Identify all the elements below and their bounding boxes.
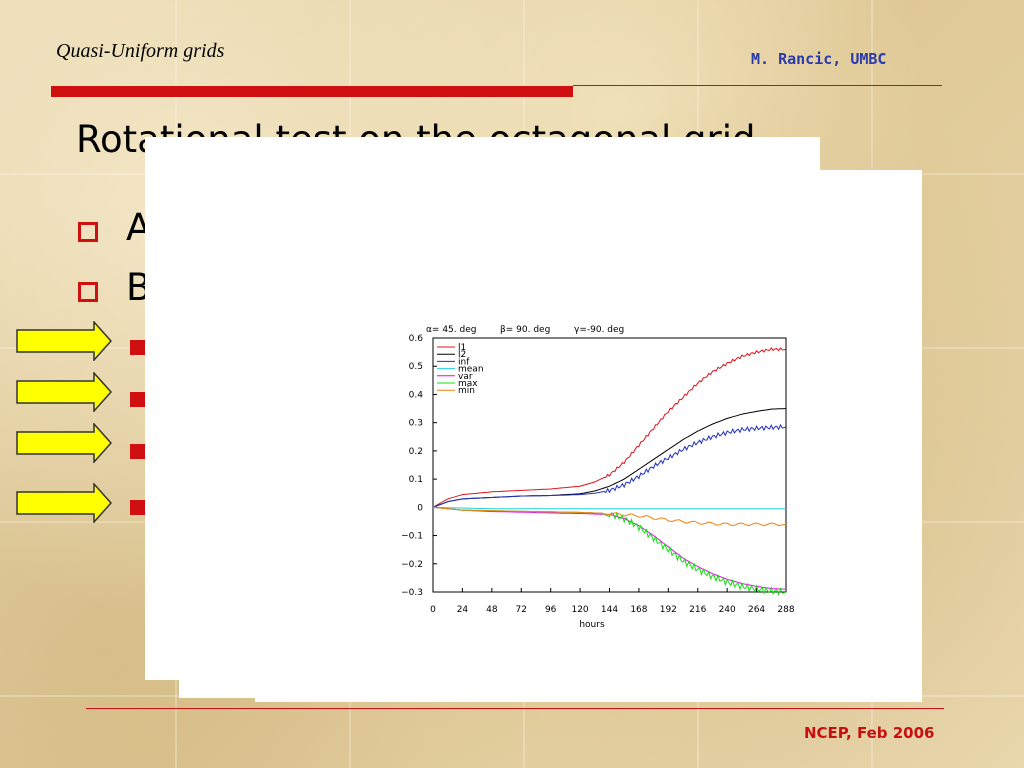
bullet-box-icon: [78, 222, 98, 242]
header-red-bar: [51, 86, 573, 97]
x-tick-label: 120: [571, 605, 588, 615]
x-tick-label: 24: [457, 605, 469, 615]
y-tick-label: 0.2: [409, 447, 423, 457]
x-tick-label: 264: [748, 605, 765, 615]
figure-panel-bottom: [255, 680, 922, 702]
chart-param-beta: β= 90. deg: [500, 325, 550, 335]
x-tick-label: 240: [719, 605, 736, 615]
sub-bullet-square-icon: [130, 340, 145, 355]
y-tick-label: −0.1: [401, 532, 423, 542]
series-line-l1: [432, 347, 787, 508]
footer-text: NCEP, Feb 2006: [804, 724, 935, 742]
y-tick-label: 0: [417, 503, 423, 513]
x-axis-label: hours: [579, 620, 605, 630]
x-tick-label: 0: [430, 605, 436, 615]
line-chart: α= 45. deg β= 90. deg γ=-90. deg 0 24 48 72…: [401, 325, 795, 630]
header-thin-line: [573, 85, 942, 86]
header-left-title: Quasi-Uniform grids: [56, 40, 225, 62]
x-tick-label: 48: [486, 605, 498, 615]
sub-bullet-square-icon: [130, 444, 145, 459]
x-tick-label: 72: [516, 605, 527, 615]
y-tick-label: 0.4: [409, 390, 424, 400]
y-tick-label: −0.3: [401, 588, 423, 598]
x-tick-label: 96: [545, 605, 557, 615]
sub-bullet-square-icon: [130, 500, 145, 515]
yellow-arrow-icon: [16, 321, 112, 361]
chart-param-gamma: γ=-90. deg: [574, 325, 624, 335]
y-tick-label: −0.2: [401, 560, 423, 570]
legend-label-min: min: [458, 386, 475, 396]
plot-frame: [432, 337, 787, 593]
chart-param-alpha: α= 45. deg: [426, 325, 476, 335]
bullet-box-icon: [78, 282, 98, 302]
footer-line: [86, 708, 944, 709]
header-author: M. Rancic, UMBC: [751, 50, 887, 68]
sub-bullet-square-icon: [130, 392, 145, 407]
x-tick-label: 144: [601, 605, 618, 615]
y-tick-label: 0.5: [409, 362, 423, 372]
y-tick-label: 0.6: [409, 334, 424, 344]
yellow-arrow-icon: [16, 372, 112, 412]
x-tick-label: 216: [689, 605, 706, 615]
x-tick-label: 288: [777, 605, 794, 615]
y-tick-label: 0.1: [409, 475, 423, 485]
yellow-arrow-icon: [16, 483, 112, 523]
series-line-mean: [432, 506, 786, 510]
series-line-max: [432, 506, 787, 597]
y-tick-label: 0.3: [409, 419, 423, 429]
x-tick-label: 168: [630, 605, 647, 615]
x-tick-label: 192: [660, 605, 677, 615]
series-line-inf: [432, 423, 787, 508]
yellow-arrow-icon: [16, 423, 112, 463]
series-line-var: [432, 506, 787, 590]
